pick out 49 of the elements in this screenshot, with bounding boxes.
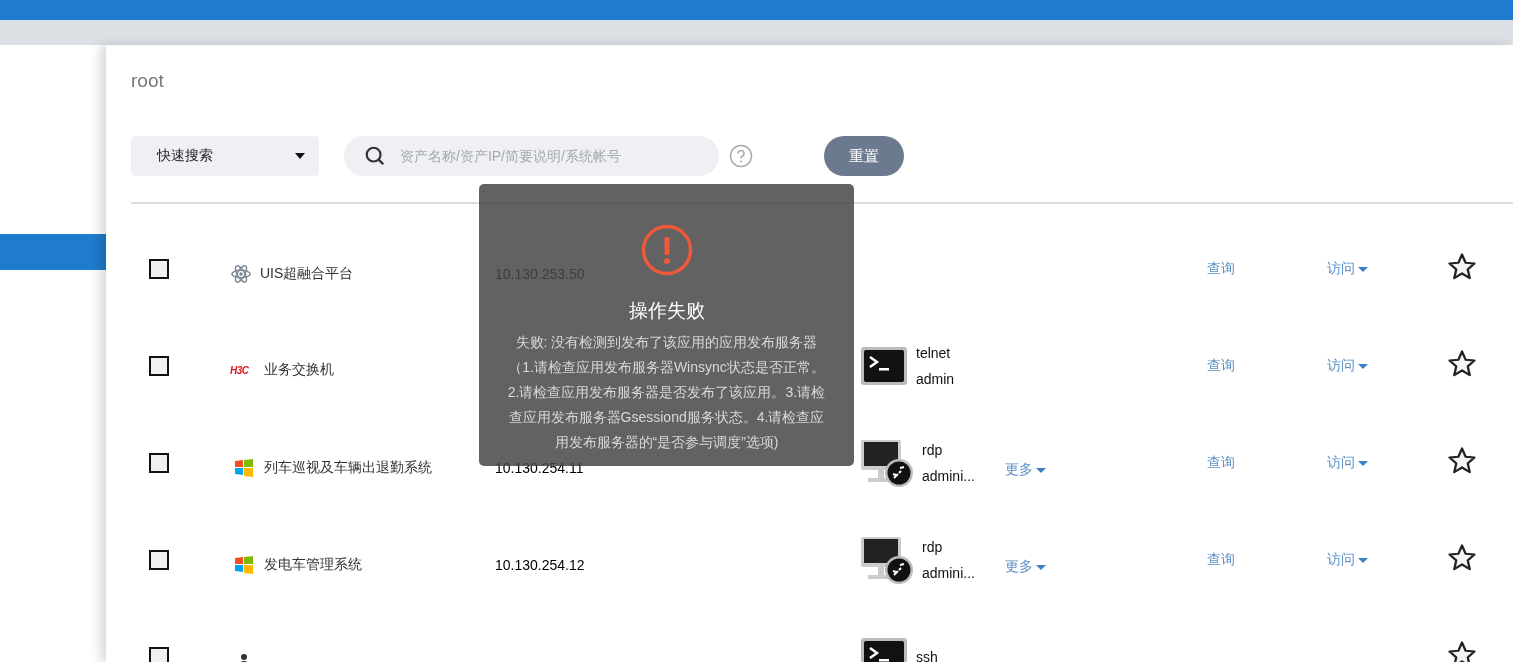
atom-icon <box>230 262 252 285</box>
query-link[interactable]: 查询 <box>1207 357 1235 375</box>
more-link[interactable]: 更多 <box>1005 558 1046 576</box>
toast-title: 操作失败 <box>628 299 705 323</box>
asset-name: 列车巡视及车辆出退勤系统 <box>264 458 432 475</box>
star-icon[interactable] <box>1447 542 1477 573</box>
query-link[interactable]: 查询 <box>1207 551 1235 569</box>
remote-desktop-icon <box>860 437 914 488</box>
checkbox[interactable] <box>149 355 169 376</box>
checkbox[interactable] <box>149 452 169 473</box>
windows-icon <box>234 457 254 478</box>
star-icon[interactable] <box>1447 348 1477 379</box>
windows-icon <box>234 554 254 575</box>
protocol-name: rdp <box>922 441 944 458</box>
account-name: admini... <box>922 467 975 484</box>
checkbox[interactable] <box>149 549 169 570</box>
visit-link[interactable]: 访问 <box>1327 357 1368 375</box>
account-name: admin <box>916 370 955 387</box>
search-field[interactable]: 资产名称/资产IP/简要说明/系统帐号 <box>344 136 719 176</box>
reset-button[interactable]: 重置 <box>824 136 904 176</box>
user-name: root <box>131 69 165 93</box>
star-icon[interactable] <box>1447 639 1477 662</box>
checkbox[interactable] <box>149 258 169 279</box>
protocol-name: rdp <box>922 538 944 555</box>
query-link[interactable]: 查询 <box>1207 454 1235 472</box>
visit-link[interactable]: 访问 <box>1327 551 1368 569</box>
toast-message: 失败: 没有检测到发布了该应用的应用发布服务器（1.请检查应用发布服务器Winsync状态是否正常。2.请检查应用发布服务器是否发布了该应用。3.请检查应用发布服务器Gsessiond服务状态。4.请检查应用发布服务器的“是否参与调度”选项) <box>506 333 827 452</box>
protocol-name: ssh <box>916 648 938 662</box>
account-name: admini... <box>922 564 975 581</box>
asset-name: 业务交换机 <box>264 360 334 377</box>
asset-name: 发电车管理系统 <box>264 555 362 572</box>
brand-logo: H3C <box>230 363 250 378</box>
star-icon[interactable] <box>1447 251 1477 282</box>
asset-ip: 10.130.254.12 <box>495 557 585 573</box>
search-type-dropdown[interactable]: 快速搜索 <box>131 136 319 176</box>
remote-desktop-icon <box>860 534 914 585</box>
visit-link[interactable]: 访问 <box>1327 260 1368 278</box>
query-link[interactable]: 查询 <box>1207 260 1235 278</box>
protocol-name: telnet <box>916 344 952 361</box>
checkbox[interactable] <box>149 646 169 662</box>
search-input[interactable]: 资产名称/资产IP/简要说明/系统帐号 <box>398 147 719 165</box>
star-icon[interactable] <box>1447 445 1477 476</box>
warning-icon <box>640 224 693 276</box>
visit-link[interactable]: 访问 <box>1327 454 1368 472</box>
terminal-icon <box>860 345 908 386</box>
asset-name: UIS超融合平台 <box>260 264 354 281</box>
search-icon <box>364 145 386 167</box>
more-link[interactable]: 更多 <box>1005 461 1046 479</box>
caret-icon <box>295 153 305 159</box>
